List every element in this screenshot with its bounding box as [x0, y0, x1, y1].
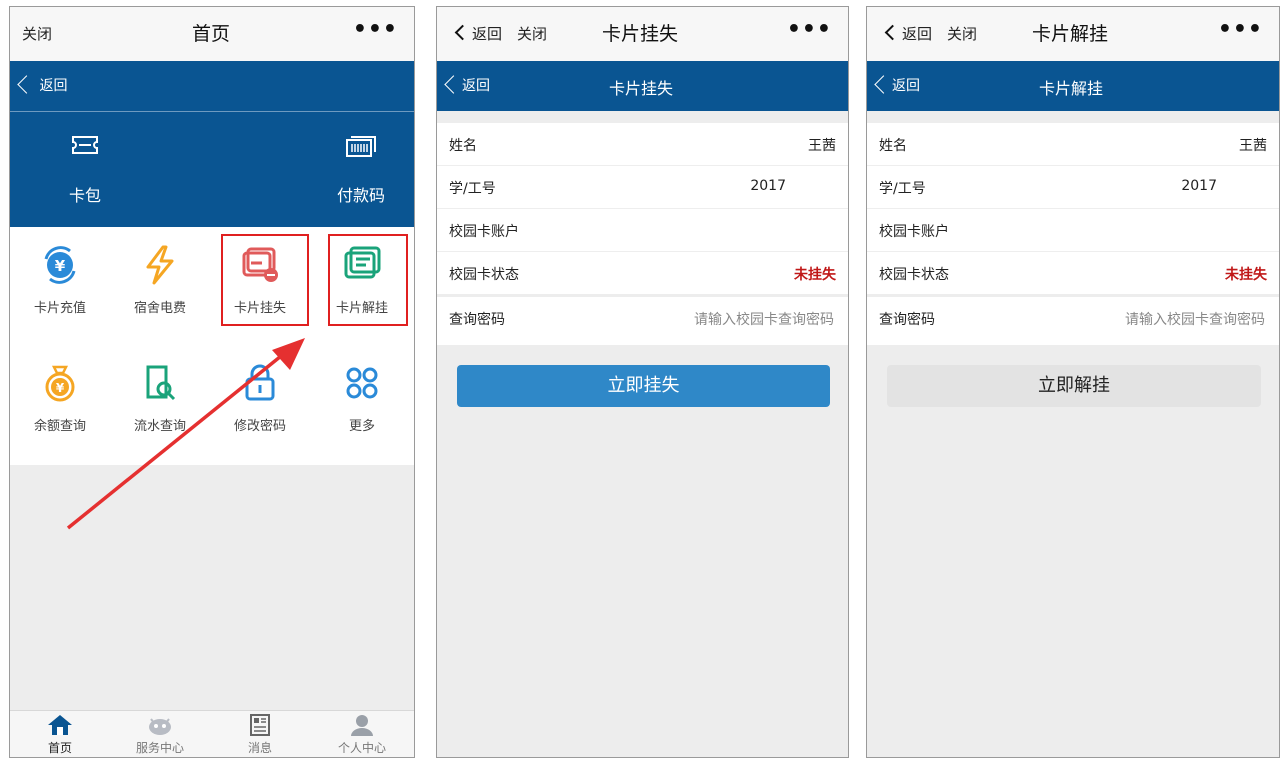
back-label: 返回: [902, 25, 933, 43]
password-row: 查询密码: [437, 297, 848, 345]
account-label: 校园卡账户: [879, 224, 949, 240]
account-label: 校园卡账户: [449, 224, 519, 240]
password-label: 查询密码: [879, 312, 935, 328]
status-row: 校园卡状态 未挂失: [437, 252, 848, 294]
back-label: 返回: [892, 78, 920, 94]
name-label: 姓名: [879, 138, 907, 154]
nav-bar: 返回 卡片解挂: [867, 61, 1279, 111]
unlock-card-button[interactable]: 立即解挂: [887, 365, 1261, 407]
id-label: 学/工号: [449, 181, 496, 197]
top-bar: 返回 关闭 卡片挂失 •••: [437, 7, 848, 62]
back-button[interactable]: 返回: [874, 75, 920, 95]
password-label: 查询密码: [449, 312, 505, 328]
status-value: 未挂失: [794, 267, 836, 283]
id-row: 学/工号 2017: [867, 166, 1279, 209]
back-button[interactable]: 返回: [444, 75, 490, 95]
name-value: 王茜: [808, 138, 836, 154]
name-row: 姓名 王茜: [437, 123, 848, 166]
status-row: 校园卡状态 未挂失: [867, 252, 1279, 294]
back-chevron-icon: [454, 24, 471, 41]
account-row: 校园卡账户: [437, 209, 848, 252]
nav-title: 卡片解挂: [1039, 79, 1104, 98]
password-row: 查询密码: [867, 297, 1279, 345]
status-label: 校园卡状态: [879, 267, 949, 283]
more-menu-button[interactable]: •••: [1218, 17, 1263, 42]
password-input[interactable]: [1063, 311, 1267, 329]
back-chevron-icon: [874, 75, 893, 94]
report-loss-button[interactable]: 立即挂失: [457, 365, 830, 407]
back-button[interactable]: 返回: [884, 23, 933, 44]
nav-bar: 返回 卡片挂失: [437, 61, 848, 111]
id-value: 2017: [750, 178, 786, 194]
top-bar: 返回 关闭 卡片解挂 •••: [867, 7, 1279, 62]
page-title: 卡片解挂: [1032, 23, 1109, 45]
back-button[interactable]: 返回: [454, 23, 503, 44]
nav-title: 卡片挂失: [609, 79, 674, 98]
close-button[interactable]: 关闭: [947, 23, 977, 44]
back-chevron-icon: [444, 75, 463, 94]
account-row: 校园卡账户: [867, 209, 1279, 252]
name-value: 王茜: [1239, 138, 1267, 154]
back-label: 返回: [462, 78, 490, 94]
id-value: 2017: [1181, 178, 1217, 194]
card-loss-screen: 返回 关闭 卡片挂失 ••• 返回 卡片挂失 姓名 王茜 学/工号 2017 校…: [436, 6, 849, 758]
close-button[interactable]: 关闭: [517, 23, 547, 44]
name-label: 姓名: [449, 138, 477, 154]
id-label: 学/工号: [879, 181, 926, 197]
password-input[interactable]: [632, 311, 836, 329]
status-label: 校园卡状态: [449, 267, 519, 283]
card-info-form: 姓名 王茜 学/工号 2017 校园卡账户 校园卡状态 未挂失: [867, 123, 1279, 294]
status-value: 未挂失: [1225, 267, 1267, 283]
back-label: 返回: [472, 25, 503, 43]
id-row: 学/工号 2017: [437, 166, 848, 209]
back-chevron-icon: [884, 24, 901, 41]
name-row: 姓名 王茜: [867, 123, 1279, 166]
more-menu-button[interactable]: •••: [787, 17, 832, 42]
page-title: 卡片挂失: [602, 23, 679, 45]
card-info-form: 姓名 王茜 学/工号 2017 校园卡账户 校园卡状态 未挂失: [437, 123, 848, 294]
card-unlock-screen: 返回 关闭 卡片解挂 ••• 返回 卡片解挂 姓名 王茜 学/工号 2017 校…: [866, 6, 1280, 758]
